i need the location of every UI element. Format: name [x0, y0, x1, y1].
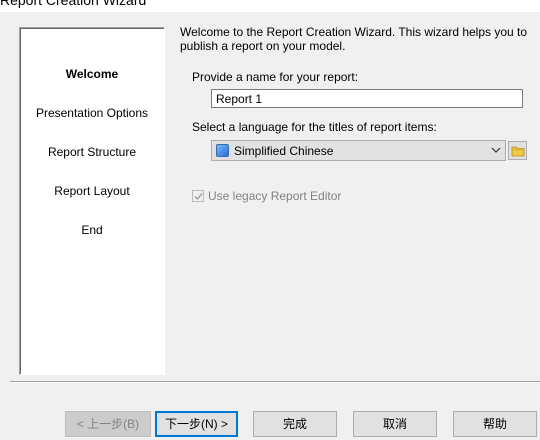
step-presentation-options: Presentation Options [35, 106, 149, 120]
language-label: Select a language for the titles of repo… [192, 120, 437, 134]
title-bar: Report Creation Wizard [0, 0, 540, 12]
chevron-down-icon [491, 147, 501, 153]
legacy-editor-label: Use legacy Report Editor [208, 189, 342, 203]
legacy-editor-checkbox[interactable] [192, 190, 204, 202]
step-end: End [81, 223, 103, 237]
next-button[interactable]: 下一步(N) > [155, 411, 238, 437]
finish-button[interactable]: 完成 [253, 411, 337, 437]
back-button[interactable]: < 上一步(B) [65, 411, 151, 437]
report-name-input[interactable] [211, 89, 523, 108]
cancel-button[interactable]: 取消 [353, 411, 437, 437]
wizard-steps-panel: Welcome Presentation Options Report Stru… [19, 27, 165, 375]
checkmark-icon [194, 193, 203, 201]
report-name-label: Provide a name for your report: [192, 70, 359, 84]
help-button[interactable]: 帮助 [453, 411, 537, 437]
step-report-structure: Report Structure [47, 145, 137, 159]
browse-folder-button[interactable] [508, 141, 527, 160]
language-select[interactable]: Simplified Chinese [211, 140, 506, 161]
step-report-layout: Report Layout [54, 184, 130, 198]
language-flag-icon [216, 144, 229, 157]
folder-icon [511, 146, 525, 157]
window-title: Report Creation Wizard [0, 0, 147, 8]
step-welcome: Welcome [65, 67, 119, 81]
intro-text: Welcome to the Report Creation Wizard. T… [180, 25, 528, 53]
language-select-value: Simplified Chinese [234, 144, 334, 158]
